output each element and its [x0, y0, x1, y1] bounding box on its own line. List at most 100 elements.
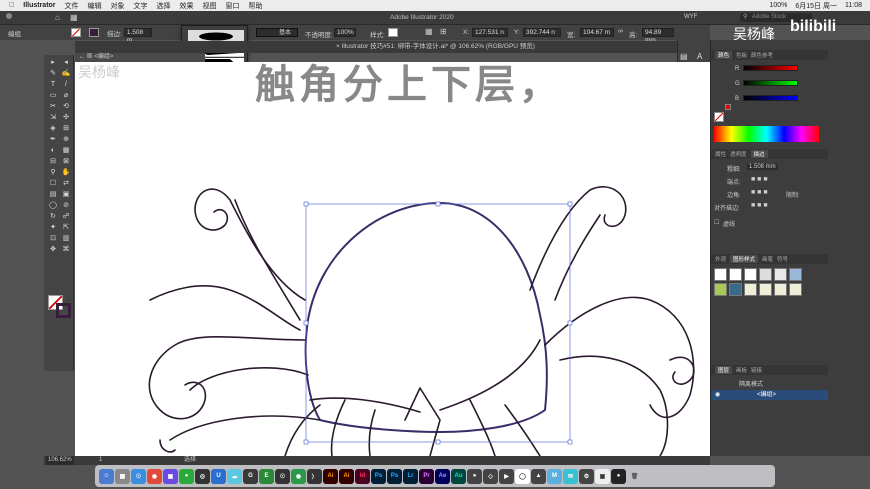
finalcut-icon[interactable]: ▶: [499, 468, 514, 484]
color-spectrum[interactable]: [714, 126, 819, 142]
evernote-icon[interactable]: E: [259, 468, 274, 484]
pen-tool-icon[interactable]: ✎: [48, 69, 58, 78]
netdisk-icon[interactable]: U: [211, 468, 226, 484]
curvature-tool-icon[interactable]: ✍: [61, 69, 71, 78]
eraser-tool-icon[interactable]: ⊘: [61, 201, 71, 210]
symbol-sprayer-tool-icon[interactable]: ⊟: [48, 157, 58, 166]
color-r-slider[interactable]: [743, 65, 798, 71]
photo-app-icon[interactable]: ▣: [163, 468, 178, 484]
style-swatch[interactable]: [388, 28, 398, 37]
star-tool-icon[interactable]: ✦: [48, 223, 58, 232]
tab-graphic-styles[interactable]: 图形样式: [730, 255, 759, 263]
finder-icon[interactable]: ☺: [99, 468, 114, 484]
menu-app-name[interactable]: Illustrator: [23, 2, 55, 9]
link-icon[interactable]: ∞: [618, 28, 623, 35]
system-prefs-icon[interactable]: ⚙: [579, 468, 594, 484]
artboard-tool-icon[interactable]: ☐: [48, 179, 58, 188]
tab-color-guide[interactable]: 颜色参考: [751, 51, 773, 59]
zoom-field[interactable]: 106.62%: [46, 456, 74, 465]
close-window-icon[interactable]: [6, 13, 12, 19]
shape-builder-tool-icon[interactable]: ◈: [48, 124, 58, 133]
isolation-breadcrumb[interactable]: ← ▦ <编组>: [75, 53, 205, 62]
menu-type[interactable]: 文字: [134, 1, 148, 11]
align-icon[interactable]: ▦: [425, 27, 433, 36]
workspace-name[interactable]: WYF: [684, 14, 697, 20]
terminal-icon[interactable]: 〉: [307, 468, 322, 484]
blend-tool-icon[interactable]: ▦: [61, 146, 71, 155]
stroke-weight-field[interactable]: 1.508 m: [123, 28, 152, 44]
tab-transparency[interactable]: 透明度: [730, 150, 747, 158]
home-icon[interactable]: ⌂: [55, 13, 60, 22]
illustrator-icon-2[interactable]: Ai: [339, 468, 354, 484]
gradient-tool-icon[interactable]: ⊕: [61, 135, 71, 144]
libraries-icon[interactable]: ▤: [680, 52, 688, 61]
puppet-tool-icon[interactable]: ✥: [48, 245, 58, 254]
type-tool-icon[interactable]: T: [48, 80, 58, 89]
style-swatch-12[interactable]: [789, 283, 802, 296]
hand-tool-icon[interactable]: ✋: [61, 168, 71, 177]
menu-window[interactable]: 窗口: [226, 1, 240, 11]
frame-tool-icon[interactable]: ▣: [61, 190, 71, 199]
live-paint-tool-icon[interactable]: ⊡: [48, 234, 58, 243]
reflect-tool-icon[interactable]: ↻: [48, 212, 58, 221]
chrome-icon[interactable]: ◉: [147, 468, 162, 484]
warp-tool-icon[interactable]: ☍: [61, 212, 71, 221]
y-field[interactable]: 392.744 n: [523, 28, 561, 37]
direct-selection-tool-icon[interactable]: ◂: [61, 58, 71, 67]
eyedropper-tool-icon[interactable]: ◐: [48, 146, 58, 155]
camera-app-icon[interactable]: ◉: [291, 468, 306, 484]
workspace-switcher-icon[interactable]: ▦: [70, 13, 78, 22]
mesh-tool-icon[interactable]: ✒: [48, 135, 58, 144]
cap-buttons[interactable]: ■ ■ ■: [751, 176, 768, 183]
lightroom-icon[interactable]: Lr: [403, 468, 418, 484]
opacity-field[interactable]: 100%: [334, 28, 356, 37]
preview-icon[interactable]: ▣: [595, 468, 610, 484]
artboard-canvas[interactable]: [75, 62, 710, 456]
corner-buttons[interactable]: ■ ■ ■: [751, 189, 768, 196]
menu-object[interactable]: 对象: [111, 1, 125, 11]
menu-effect[interactable]: 效果: [180, 1, 194, 11]
selection-tool-icon[interactable]: ▸: [48, 58, 58, 67]
free-transform-tool-icon[interactable]: ⇱: [61, 223, 71, 232]
fill-swatch[interactable]: [71, 28, 81, 37]
time-display[interactable]: 11:08: [845, 2, 862, 9]
tab-properties[interactable]: 属性: [715, 150, 726, 158]
line-tool-icon[interactable]: /: [61, 80, 71, 89]
cube-app-icon[interactable]: ◇: [483, 468, 498, 484]
trash-icon[interactable]: 🗑: [627, 469, 642, 484]
style-swatch-2[interactable]: [729, 268, 742, 281]
layer-row-group[interactable]: ◉ <编组>: [711, 390, 828, 400]
menu-edit[interactable]: 编辑: [88, 1, 102, 11]
menu-select[interactable]: 选择: [157, 1, 171, 11]
dashed-checkbox[interactable]: ☐: [714, 219, 719, 226]
height-field[interactable]: 94.89 mm: [642, 28, 674, 44]
safari-icon[interactable]: ☉: [131, 468, 146, 484]
transform-icon[interactable]: ⊞: [440, 27, 447, 36]
apple-icon[interactable]: : [9, 2, 14, 9]
menu-help[interactable]: 帮助: [249, 1, 263, 11]
tab-symbols[interactable]: 符号: [777, 255, 788, 263]
scale-tool-icon[interactable]: ⇲: [48, 113, 58, 122]
color-b-slider[interactable]: [743, 95, 798, 101]
office-app-icon[interactable]: M: [547, 468, 562, 484]
menu-view[interactable]: 视图: [203, 1, 217, 11]
style-swatch-11[interactable]: [774, 283, 787, 296]
illustrator-icon-1[interactable]: Ai: [323, 468, 338, 484]
puzzle-app-icon[interactable]: ▲: [531, 468, 546, 484]
rotate-tool-icon[interactable]: ⟲: [61, 102, 71, 111]
width-tool-icon[interactable]: ✣: [61, 113, 71, 122]
photoshop-icon-1[interactable]: Ps: [371, 468, 386, 484]
style-swatch-8[interactable]: [729, 283, 742, 296]
tab-links[interactable]: 链接: [751, 366, 762, 374]
stroke-swatch[interactable]: [89, 28, 99, 37]
octopus-artwork[interactable]: [75, 62, 710, 456]
tab-color[interactable]: 颜色: [715, 51, 733, 59]
style-swatch-10[interactable]: [759, 283, 772, 296]
panel-stroke-weight-field[interactable]: 1.508 mm: [747, 164, 778, 170]
style-swatch-9[interactable]: [744, 283, 757, 296]
character-icon[interactable]: A: [697, 52, 702, 61]
style-swatch-6[interactable]: [789, 268, 802, 281]
back-arrow-icon[interactable]: ←: [79, 54, 85, 60]
indesign-icon[interactable]: Id: [355, 468, 370, 484]
grid-tool-icon[interactable]: ▥: [61, 234, 71, 243]
